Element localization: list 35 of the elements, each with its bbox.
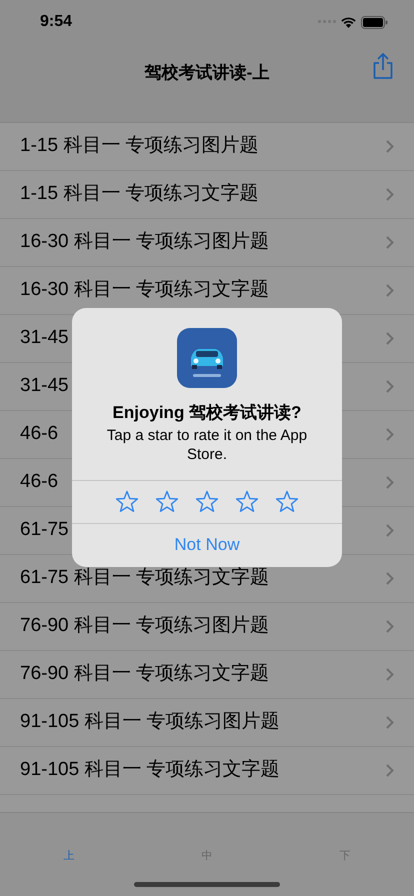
share-button[interactable]: [372, 52, 394, 80]
chevron-icon: [386, 572, 394, 585]
star-icon[interactable]: [275, 490, 299, 513]
battery-icon: [361, 16, 388, 28]
chevron-icon: [386, 380, 394, 393]
list-row[interactable]: 1-15 科目一 专项练习图片题: [0, 123, 414, 171]
chevron-icon: [386, 188, 394, 201]
chevron-icon: [386, 140, 394, 153]
dialog-message: Tap a star to rate it on the App Store.: [106, 426, 308, 464]
list-row[interactable]: 91-105 科目一 专项练习文字题: [0, 747, 414, 795]
list-row[interactable]: 76-90 科目一 专项练习文字题: [0, 651, 414, 699]
chevron-icon: [386, 332, 394, 345]
chevron-icon: [386, 236, 394, 249]
chevron-icon: [386, 668, 394, 681]
list-row[interactable]: 1-15 科目一 专项练习文字题: [0, 171, 414, 219]
list-row[interactable]: 76-90 科目一 专项练习图片题: [0, 603, 414, 651]
list-row[interactable]: 16-30 科目一 专项练习图片题: [0, 219, 414, 267]
wifi-icon: [340, 16, 357, 28]
chevron-icon: [386, 284, 394, 297]
star-icon[interactable]: [155, 490, 179, 513]
chevron-icon: [386, 428, 394, 441]
chevron-icon: [386, 476, 394, 489]
chevron-icon: [386, 620, 394, 633]
time-text: 9:54: [40, 12, 72, 32]
star-rating[interactable]: [72, 480, 342, 524]
chevron-icon: [386, 524, 394, 537]
dialog-title: Enjoying 驾校考试讲读?: [112, 402, 302, 424]
star-icon[interactable]: [235, 490, 259, 513]
star-icon[interactable]: [195, 490, 219, 513]
star-icon[interactable]: [115, 490, 139, 513]
list-row[interactable]: 91-105 科目一 专项练习图片题: [0, 699, 414, 747]
screen-title: 驾校考试讲读-上: [144, 62, 270, 84]
chevron-icon: [386, 716, 394, 729]
chevron-icon: [386, 764, 394, 777]
app-icon: [177, 328, 237, 388]
